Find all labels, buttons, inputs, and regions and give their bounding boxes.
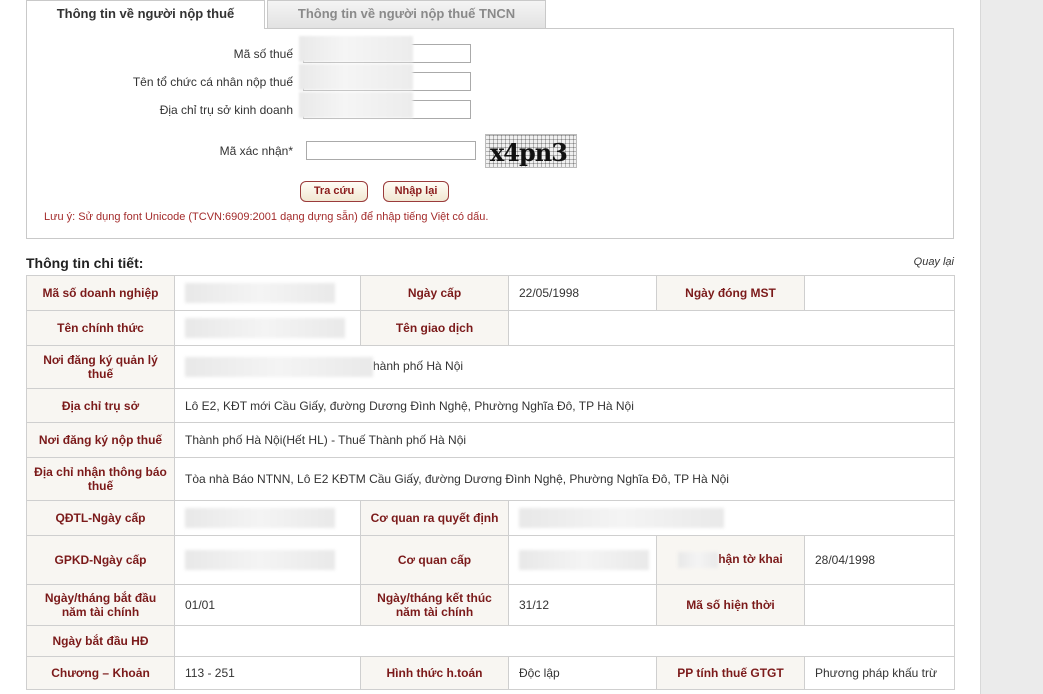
trade-name-label: Tên giao dịch xyxy=(360,310,509,346)
declaration-date-value: 28/04/1998 xyxy=(804,535,955,585)
issuing-agency-label: Cơ quan cấp xyxy=(360,535,509,585)
close-date-label: Ngày đóng MST xyxy=(656,275,805,311)
declaration-date-label-text: hận tờ khai xyxy=(718,552,783,567)
search-button[interactable]: Tra cứu xyxy=(300,181,368,202)
head-office-label: Địa chỉ trụ sở xyxy=(26,388,175,423)
accounting-label: Hình thức h.toán xyxy=(360,656,509,690)
table-row: Nơi đăng ký quản lý thuế hành phố Hà Nội xyxy=(26,345,955,389)
head-office-value: Lô E2, KĐT mới Cầu Giấy, đường Dương Đìn… xyxy=(174,388,955,423)
payment-place-label: Nơi đăng ký nộp thuế xyxy=(26,422,175,458)
table-row: Ngày/tháng bắt đầu năm tài chính 01/01 N… xyxy=(26,584,955,626)
declaration-date-label: hận tờ khai xyxy=(656,535,805,585)
enterprise-code-label: Mã số doanh nghiệp xyxy=(26,275,175,311)
redacted-taxpayer-name xyxy=(299,64,413,90)
detail-section-title: Thông tin chi tiết: xyxy=(26,255,144,271)
qdtl-label: QĐTL-Ngày cấp xyxy=(26,500,175,536)
current-code-label: Mã số hiện thời xyxy=(656,584,805,626)
table-row: Chương – Khoản 113 - 251 Hình thức h.toá… xyxy=(26,656,955,690)
table-row: Mã số doanh nghiệp Ngày cấp 22/05/1998 N… xyxy=(26,275,955,311)
back-link[interactable]: Quay lại xyxy=(914,256,954,268)
trade-name-value xyxy=(508,310,955,346)
notice-address-value: Tòa nhà Báo NTNN, Lô E2 KĐTM Cầu Giấy, đ… xyxy=(174,457,955,501)
search-panel: Mã số thuế Tên tổ chức cá nhân nộp thuế … xyxy=(26,28,954,239)
redacted-business-address xyxy=(299,92,413,118)
tab-personal-taxpayer-info[interactable]: Thông tin về người nộp thuế TNCN xyxy=(267,0,546,29)
table-row: Ngày bắt đầu HĐ xyxy=(26,625,955,657)
redacted-value xyxy=(185,283,335,303)
captcha-image: x4pn3 xyxy=(485,134,577,168)
gpkd-value xyxy=(174,535,361,585)
redacted-tax-code xyxy=(299,36,413,62)
redacted-value xyxy=(678,552,719,568)
fiscal-end-label: Ngày/tháng kết thúc năm tài chính xyxy=(360,584,509,626)
detail-table: Mã số doanh nghiệp Ngày cấp 22/05/1998 N… xyxy=(26,275,955,690)
issue-date-value: 22/05/1998 xyxy=(508,275,657,311)
table-row: Nơi đăng ký nộp thuế Thành phố Hà Nội(Hế… xyxy=(26,422,955,458)
operation-start-label: Ngày bắt đầu HĐ xyxy=(26,625,175,657)
gpkd-label: GPKD-Ngày cấp xyxy=(26,535,175,585)
chapter-label: Chương – Khoản xyxy=(26,656,175,690)
captcha-input[interactable] xyxy=(306,141,476,160)
fiscal-start-label: Ngày/tháng bắt đầu năm tài chính xyxy=(26,584,175,626)
captcha-label: Mã xác nhận* xyxy=(219,144,293,158)
taxpayer-name-label: Tên tổ chức cá nhân nộp thuế xyxy=(132,75,293,89)
mgmt-place-label: Nơi đăng ký quản lý thuế xyxy=(26,345,175,389)
business-address-label: Địa chỉ trụ sở kinh doanh xyxy=(159,103,293,117)
tab-taxpayer-info[interactable]: Thông tin về người nộp thuế xyxy=(26,0,265,29)
notice-address-label: Địa chỉ nhận thông báo thuế xyxy=(26,457,175,501)
fiscal-end-value: 31/12 xyxy=(508,584,657,626)
reset-button[interactable]: Nhập lại xyxy=(383,181,449,202)
fiscal-start-value: 01/01 xyxy=(174,584,361,626)
official-name-value xyxy=(174,310,361,346)
issue-date-label: Ngày cấp xyxy=(360,275,509,311)
close-date-value xyxy=(804,275,955,311)
redacted-value xyxy=(185,550,335,570)
payment-place-value: Thành phố Hà Nội(Hết HL) - Thuế Thành ph… xyxy=(174,422,955,458)
redacted-value xyxy=(519,508,724,528)
table-row: QĐTL-Ngày cấp Cơ quan ra quyết định xyxy=(26,500,955,536)
official-name-label: Tên chính thức xyxy=(26,310,175,346)
accounting-value: Độc lập xyxy=(508,656,657,690)
captcha-text: x4pn3 xyxy=(490,138,568,167)
redacted-value xyxy=(519,550,649,570)
vat-method-value: Phương pháp khấu trừ xyxy=(804,656,955,690)
table-row: Địa chỉ trụ sở Lô E2, KĐT mới Cầu Giấy, … xyxy=(26,388,955,423)
mgmt-place-value: hành phố Hà Nội xyxy=(174,345,955,389)
table-row: GPKD-Ngày cấp Cơ quan cấp hận tờ khai 28… xyxy=(26,535,955,585)
issuing-agency-value xyxy=(508,535,657,585)
redacted-value xyxy=(185,357,373,377)
table-row: Tên chính thức Tên giao dịch xyxy=(26,310,955,346)
enterprise-code-value xyxy=(174,275,361,311)
page-gutter xyxy=(980,0,1043,694)
mgmt-place-text: hành phố Hà Nội xyxy=(373,359,464,374)
qdtl-value xyxy=(174,500,361,536)
decision-agency-value xyxy=(508,500,955,536)
table-row: Địa chỉ nhận thông báo thuế Tòa nhà Báo … xyxy=(26,457,955,501)
tax-code-label: Mã số thuế xyxy=(233,47,293,61)
redacted-value xyxy=(185,318,345,338)
redacted-value xyxy=(185,508,335,528)
decision-agency-label: Cơ quan ra quyết định xyxy=(360,500,509,536)
current-code-value xyxy=(804,584,955,626)
unicode-note: Lưu ý: Sử dụng font Unicode (TCVN:6909:2… xyxy=(44,211,489,223)
vat-method-label: PP tính thuế GTGT xyxy=(656,656,805,690)
operation-start-value xyxy=(174,625,955,657)
chapter-value: 113 - 251 xyxy=(174,656,361,690)
